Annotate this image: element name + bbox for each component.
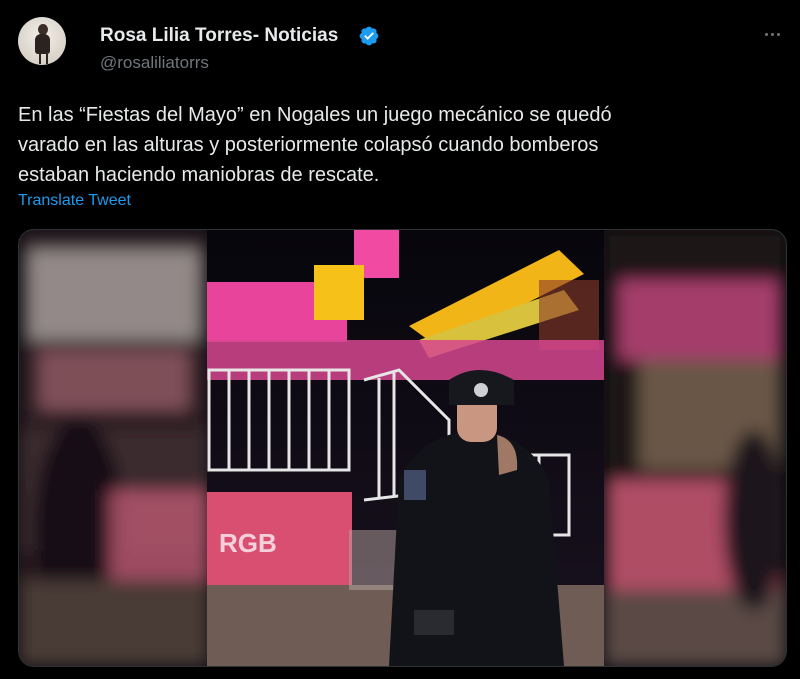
author-handle[interactable]: @rosaliliatorrs (100, 53, 209, 73)
avatar-stool-leg (46, 54, 48, 64)
translate-tweet-link[interactable]: Translate Tweet (18, 192, 131, 210)
avatar[interactable] (18, 17, 66, 65)
verified-badge-icon (359, 26, 379, 46)
tweet-text-line: En las “Fiestas del Mayo” en Nogales un … (18, 104, 612, 126)
avatar-figure-body (35, 34, 50, 54)
tweet-text-line: estaban haciendo maniobras de rescate. (18, 164, 380, 186)
blurred-right-background (604, 230, 786, 666)
video-center-frame: RGB (207, 230, 604, 666)
banner-text: RGB (219, 528, 277, 558)
blurred-left-background (19, 230, 209, 666)
tweet: Rosa Lilia Torres- Noticias @rosaliliato… (0, 0, 800, 679)
video-frame: RGB (19, 230, 786, 666)
tweet-text: En las “Fiestas del Mayo” en Nogales un … (18, 100, 788, 190)
author-display-name[interactable]: Rosa Lilia Torres- Noticias (100, 25, 338, 47)
avatar-stool-leg (39, 54, 41, 64)
more-options-icon[interactable] (758, 24, 786, 44)
tweet-media-video[interactable]: RGB (18, 229, 787, 667)
tweet-text-line: varado en las alturas y posteriormente c… (18, 134, 599, 156)
